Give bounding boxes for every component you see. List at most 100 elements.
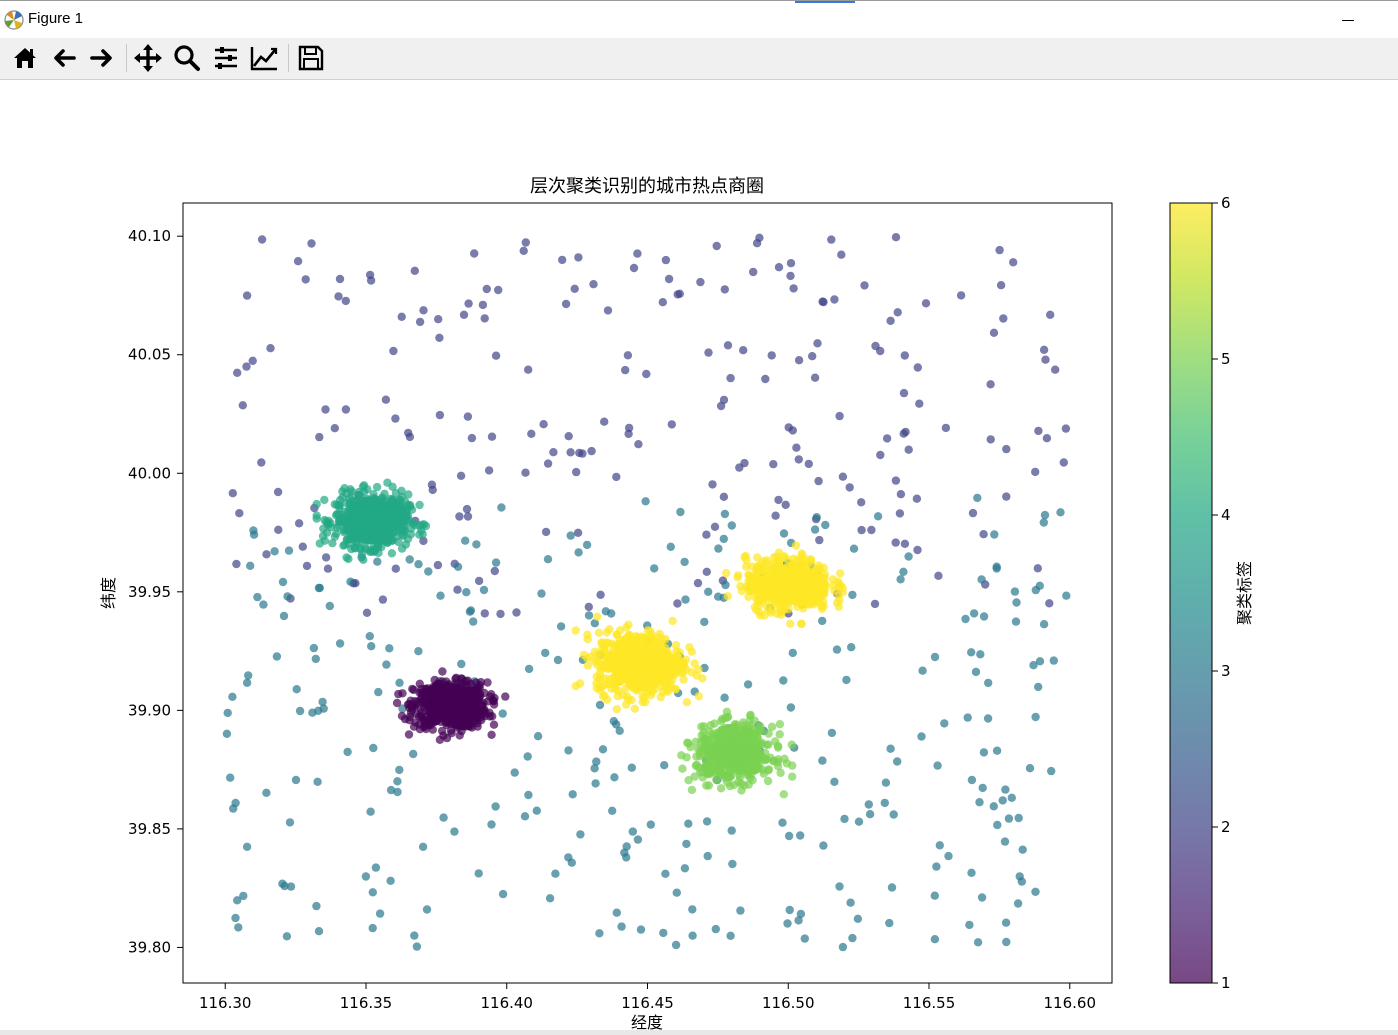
data-point [781, 500, 790, 509]
edit-axis-button[interactable] [247, 41, 281, 75]
data-point [712, 728, 722, 737]
y-tick-label: 40.00 [128, 464, 171, 482]
data-point [934, 571, 943, 580]
y-tick-label: 39.85 [128, 820, 171, 838]
x-tick-label: 116.60 [1044, 994, 1097, 1012]
scatter-points [222, 233, 1071, 952]
data-point [472, 540, 481, 549]
data-point [438, 667, 447, 676]
data-point [704, 587, 713, 596]
data-point [704, 348, 713, 357]
back-button[interactable] [47, 41, 81, 75]
data-point [591, 779, 600, 788]
data-point [404, 730, 414, 739]
data-point [992, 746, 1002, 755]
data-point [716, 784, 726, 793]
data-point [386, 876, 395, 885]
data-point [459, 693, 468, 702]
data-point [837, 250, 846, 259]
data-point [764, 729, 773, 738]
data-point [435, 735, 445, 744]
data-point [576, 830, 585, 839]
data-point [969, 609, 979, 618]
data-point [448, 689, 457, 698]
data-point [539, 420, 548, 429]
data-point [792, 443, 801, 452]
data-point [727, 521, 736, 530]
forward-button[interactable] [85, 41, 119, 75]
data-point [365, 632, 374, 641]
data-point [867, 525, 876, 535]
data-point [669, 657, 679, 666]
data-point [365, 270, 375, 280]
pan-button[interactable] [131, 41, 165, 75]
data-point [785, 905, 794, 915]
data-point [231, 798, 240, 808]
minimize-button[interactable] [1330, 5, 1370, 33]
configure-subplots-button[interactable] [209, 41, 243, 75]
data-point [656, 692, 665, 702]
data-point [713, 764, 722, 774]
data-point [320, 536, 330, 545]
data-point [391, 414, 400, 423]
data-point [708, 480, 717, 489]
data-point [901, 427, 910, 437]
figure-canvas[interactable]: 层次聚类识别的城市热点商圈 116.30 116.35 116.40 116.45 11… [0, 80, 1398, 1032]
data-point [257, 235, 267, 244]
data-point [321, 405, 330, 414]
x-tick-label: 116.35 [340, 994, 393, 1012]
data-point [789, 284, 798, 293]
data-point [913, 545, 922, 555]
data-point [419, 306, 428, 315]
data-point [498, 889, 508, 899]
data-point [423, 689, 432, 698]
data-point [621, 700, 631, 709]
data-point [361, 544, 370, 553]
data-point [614, 686, 623, 695]
y-tick-label: 40.05 [128, 346, 171, 364]
save-button[interactable] [294, 41, 328, 75]
x-tick-label: 116.55 [903, 994, 956, 1012]
data-point [1007, 793, 1016, 802]
data-point [566, 531, 575, 540]
data-point [223, 708, 232, 718]
data-point [784, 831, 794, 841]
data-point [717, 737, 726, 746]
data-point [788, 648, 797, 658]
data-point [756, 611, 765, 620]
data-point [621, 365, 630, 375]
data-point [694, 692, 703, 701]
data-point [673, 599, 682, 608]
data-point [344, 554, 353, 564]
data-point [315, 432, 324, 442]
data-point [886, 316, 895, 325]
data-point [404, 428, 413, 438]
plot-frame [182, 202, 1113, 984]
data-point [398, 689, 407, 698]
data-point [349, 515, 358, 525]
data-point [308, 708, 317, 717]
data-point [749, 576, 758, 585]
data-point [853, 914, 863, 923]
data-point [795, 586, 804, 596]
home-icon [14, 48, 36, 68]
data-point [477, 702, 487, 711]
data-point [318, 697, 327, 707]
data-point [543, 459, 553, 468]
data-point [811, 566, 820, 575]
data-point [857, 525, 866, 535]
data-point [272, 652, 282, 661]
home-button[interactable] [8, 41, 42, 75]
data-point [293, 257, 303, 266]
data-point [664, 274, 674, 284]
data-point [743, 680, 753, 689]
data-point [671, 684, 680, 694]
data-point [688, 905, 697, 914]
data-point [608, 806, 617, 815]
data-point [545, 894, 555, 903]
data-point [361, 872, 371, 881]
data-point [893, 308, 902, 317]
data-point [676, 507, 685, 517]
data-point [979, 612, 989, 621]
zoom-button[interactable] [170, 41, 204, 75]
